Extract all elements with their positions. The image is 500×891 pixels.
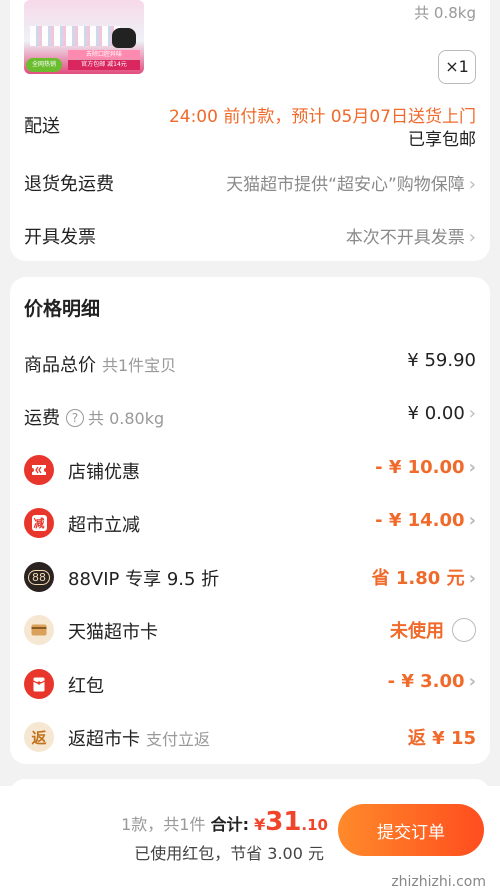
card-icon: [24, 615, 54, 645]
market-card-radio[interactable]: [452, 618, 476, 642]
store-coupon-value: - ¥ 10.00: [375, 457, 465, 478]
price-detail-card: 价格明细 商品总价 共1件宝贝 ¥ 59.90 运费? 共 0.80kg ¥ 0.0…: [10, 277, 490, 764]
red-packet-value: - ¥ 3.00: [387, 671, 465, 692]
price-row-market-card[interactable]: 天猫超市卡 未使用: [24, 615, 476, 645]
chevron-right-icon: ›: [468, 457, 476, 478]
red-packet-icon: [24, 669, 54, 699]
returns-label: 退货免运费: [24, 174, 114, 195]
product-thumbnail[interactable]: 去除口腔异味 官方包邮 减14元 全网热销: [24, 0, 144, 74]
vip-value: 省 1.80 元: [371, 568, 465, 589]
market-card-label: 天猫超市卡: [68, 622, 158, 643]
thumb-ribbon-top: 去除口腔异味: [68, 50, 140, 59]
invoice-link[interactable]: 本次不开具发票 ›: [346, 223, 476, 248]
total-decimal: .10: [301, 816, 328, 834]
submit-order-button[interactable]: 提交订单: [338, 804, 484, 856]
product-weight: 共 0.8kg: [414, 4, 476, 22]
invoice-label: 开具发票: [24, 227, 96, 248]
price-row-store-coupon[interactable]: 店铺优惠 - ¥ 10.00 ›: [24, 455, 476, 485]
chevron-right-icon: ›: [468, 568, 476, 589]
rebate-value: 返 ¥ 15: [407, 728, 476, 749]
order-info-card: 去除口腔异味 官方包邮 减14元 全网热销 共 0.8kg ×1 配送 24:0…: [10, 0, 490, 261]
savings-note: 已使用红包，节省 3.00 元: [134, 844, 324, 863]
rebate-label: 返超市卡: [68, 729, 140, 750]
shipping-fee-value: ¥ 0.00: [407, 403, 465, 424]
shipping-label: 配送: [24, 116, 60, 137]
price-row-market-discount[interactable]: 减 超市立减 - ¥ 14.00 ›: [24, 508, 476, 538]
market-discount-value: - ¥ 14.00: [375, 510, 465, 531]
store-coupon-label: 店铺优惠: [68, 462, 140, 483]
subtotal-count: 共1件宝贝: [102, 356, 177, 375]
discount-icon: 减: [24, 508, 54, 538]
returns-value: 天猫超市提供“超安心”购物保障: [226, 175, 465, 195]
shipping-weight: 共 0.80kg: [88, 409, 165, 428]
item-count: 1款，共1件: [121, 815, 206, 834]
rebate-sub: 支付立返: [146, 730, 211, 749]
total-summary: 1款，共1件 合计: ¥31.10: [121, 807, 328, 837]
price-row-red-packet[interactable]: 红包 - ¥ 3.00 ›: [24, 669, 476, 699]
subtotal-value: ¥ 59.90: [407, 350, 476, 371]
checkout-bar: 1款，共1件 合计: ¥31.10 已使用红包，节省 3.00 元 提交订单 z…: [0, 786, 500, 891]
total-currency: ¥: [254, 815, 266, 834]
vip-icon: 88: [24, 562, 54, 592]
chevron-right-icon: ›: [468, 510, 476, 531]
total-integer: 31: [265, 807, 302, 837]
thumb-ribbon-bottom: 官方包邮 减14元: [68, 60, 140, 70]
tmall-cat-logo-icon: [112, 28, 136, 48]
rebate-icon: 返: [24, 722, 54, 752]
ticket-icon: [24, 455, 54, 485]
chevron-right-icon: ›: [468, 671, 476, 692]
invoice-value: 本次不开具发票: [345, 228, 465, 248]
shipping-fee-label: 运费: [24, 408, 60, 429]
returns-guarantee-link[interactable]: 天猫超市提供“超安心”购物保障 ›: [226, 170, 476, 195]
quantity-stepper[interactable]: ×1: [438, 50, 476, 84]
chevron-right-icon: ›: [468, 403, 476, 424]
market-discount-label: 超市立减: [68, 515, 140, 536]
market-card-value: 未使用: [390, 621, 444, 642]
vip-label: 88VIP 专享 9.5 折: [68, 569, 220, 590]
chevron-right-icon: ›: [468, 174, 476, 195]
watermark: zhizhizhi.com: [391, 874, 486, 890]
free-shipping-note: 已享包邮: [408, 130, 476, 150]
product-image-tubes: [30, 26, 120, 46]
total-label: 合计:: [210, 815, 249, 834]
price-row-rebate: 返 返超市卡 支付立返 返 ¥ 15: [24, 722, 476, 752]
subtotal-label: 商品总价: [24, 355, 96, 376]
section-title: 价格明细: [24, 298, 101, 320]
price-row-vip[interactable]: 88 88VIP 专享 9.5 折 省 1.80 元 ›: [24, 562, 476, 592]
thumb-badge: 全网热销: [26, 58, 62, 72]
help-icon[interactable]: ?: [66, 409, 84, 427]
shipping-eta: 24:00 前付款，预计 05月07日送货上门: [168, 107, 476, 127]
chevron-right-icon: ›: [468, 227, 476, 248]
red-packet-label: 红包: [68, 676, 104, 697]
price-row-subtotal: 商品总价 共1件宝贝 ¥ 59.90: [24, 348, 476, 378]
price-row-shipping[interactable]: 运费? 共 0.80kg ¥ 0.00 ›: [24, 401, 476, 431]
